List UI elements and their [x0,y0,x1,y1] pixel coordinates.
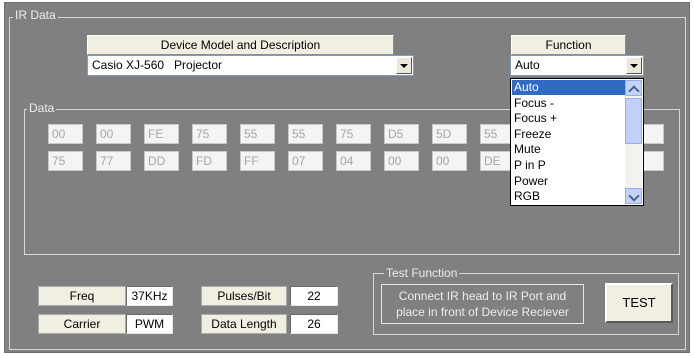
data-cell[interactable]: FE [144,124,179,144]
data-cell[interactable]: 00 [432,151,467,171]
chevron-up-icon [628,85,640,97]
scroll-thumb[interactable] [625,98,642,144]
chevron-down-icon [628,190,640,202]
dropdown-scrollbar[interactable] [625,80,642,204]
pulses-per-bit-value: 22 [290,286,338,306]
pulses-per-bit-label: Pulses/Bit [201,286,287,306]
function-value: Auto [515,58,540,72]
data-cell[interactable]: 75 [48,151,83,171]
test-function-title: Test Function [384,266,460,280]
function-dropdown-list[interactable]: Auto Focus - Focus + Freeze Mute P in P Power R… [510,78,644,206]
data-length-value: 26 [290,314,338,334]
ir-data-group-title: IR Data [13,8,58,22]
function-option[interactable]: P in P [512,158,625,173]
data-length-label: Data Length [201,314,287,334]
data-cell[interactable]: 00 [48,124,83,144]
chevron-down-icon [630,64,638,68]
data-cell[interactable]: 55 [288,124,323,144]
data-cell[interactable]: 75 [192,124,227,144]
data-cell[interactable]: 00 [96,124,131,144]
function-option[interactable]: Power [512,174,625,189]
data-cell[interactable]: FD [192,151,227,171]
function-header: Function [511,35,626,55]
function-option[interactable]: RGB [512,189,625,204]
carrier-label: Carrier [38,314,126,334]
data-cell[interactable]: 04 [336,151,371,171]
function-option[interactable]: Freeze [512,127,625,142]
freq-label: Freq [38,286,126,306]
data-cell[interactable]: 07 [288,151,323,171]
data-cell[interactable]: 00 [384,151,419,171]
test-instruction-line-1: Connect IR head to IR Port and [398,289,567,303]
data-cell[interactable]: DD [144,151,179,171]
test-instructions: Connect IR head to IR Port and place in … [381,284,584,324]
function-option[interactable]: Auto [512,80,625,95]
device-dropdown-button[interactable] [396,57,412,74]
data-group-title: Data [27,101,57,115]
function-option[interactable]: Focus + [512,111,625,126]
test-button[interactable]: TEST [605,283,673,323]
data-cell[interactable]: 5D [432,124,467,144]
function-select[interactable]: Auto [510,55,644,76]
data-cell[interactable]: 77 [96,151,131,171]
data-cell[interactable]: 75 [336,124,371,144]
function-dropdown-button[interactable] [626,57,642,74]
freq-value: 37KHz [126,286,173,306]
scroll-up-button[interactable] [625,80,642,97]
scroll-down-button[interactable] [625,188,642,204]
function-option[interactable]: Mute [512,142,625,157]
data-cell[interactable]: 55 [240,124,275,144]
carrier-value: PWM [126,314,173,334]
device-model-select[interactable]: Casio XJ-560 Projector [87,55,414,76]
device-model-value: Casio XJ-560 Projector [92,58,223,72]
function-option[interactable]: Focus - [512,96,625,111]
chevron-down-icon [400,64,408,68]
data-cell[interactable]: D5 [384,124,419,144]
test-instruction-line-2: place in front of Device Reciever [396,305,569,319]
data-cell[interactable]: FF [240,151,275,171]
device-model-header: Device Model and Description [87,35,394,55]
